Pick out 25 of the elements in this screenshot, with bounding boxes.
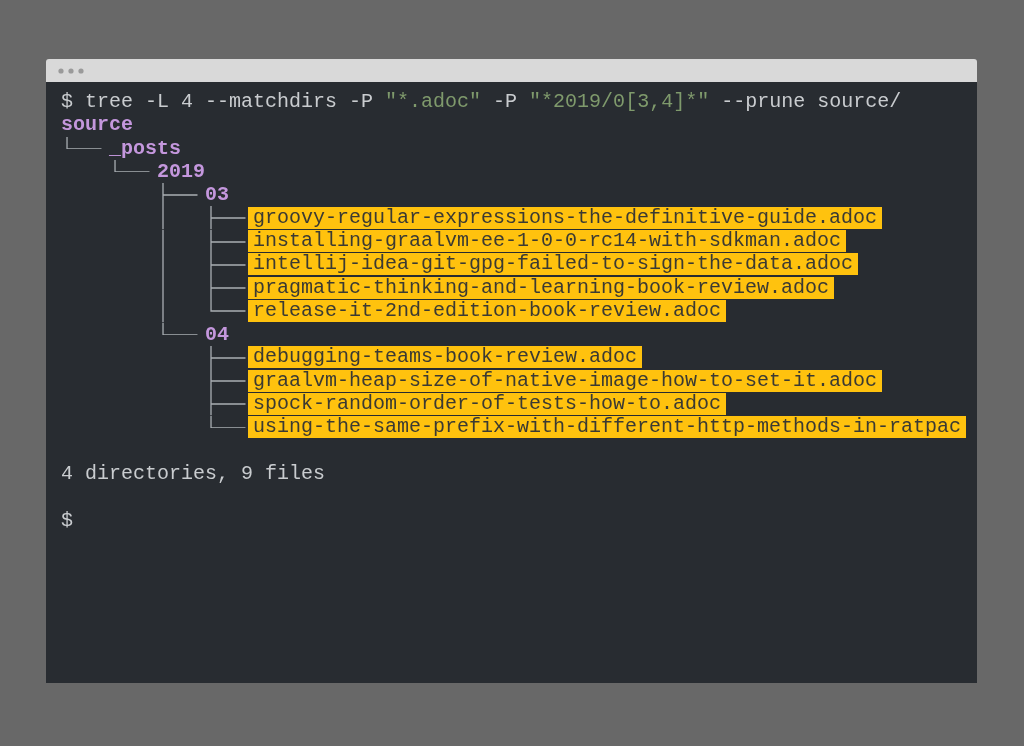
file-name: pragmatic-thinking-and-learning-book-review.adoc xyxy=(248,276,835,299)
tree-connector xyxy=(209,229,246,253)
directory-name: _posts xyxy=(109,136,181,160)
prompt: $ xyxy=(61,508,73,532)
tree-connector xyxy=(209,206,246,230)
tree-connector xyxy=(65,136,102,150)
tree-connector xyxy=(113,159,150,173)
file-name: intellij-idea-git-gpg-failed-to-sign-the-data.adoc xyxy=(248,253,859,276)
tree-connector xyxy=(209,252,246,276)
directory-name: 04 xyxy=(205,322,229,346)
directory-name: 03 xyxy=(205,183,229,207)
file-name: debugging-teams-book-review.adoc xyxy=(248,346,643,369)
directory-name: source xyxy=(61,113,133,137)
window-dots-icon xyxy=(58,67,84,74)
file-name: graalvm-heap-size-of-native-image-how-to-set-it.adoc xyxy=(248,369,883,392)
tree-connector xyxy=(209,345,246,369)
command-line: $ tree -L 4 --matchdirs -P "*.adoc" -P "*2019/0[3,4]*" --prune source/ xyxy=(61,90,902,114)
summary-text: 4 directories, 9 files xyxy=(61,462,326,486)
directory-name: 2019 xyxy=(157,159,205,183)
tree-connector xyxy=(209,369,246,393)
file-name: groovy-regular-expressions-the-definitive-guide.adoc xyxy=(248,206,883,229)
file-name: release-it-2nd-edition-book-review.adoc xyxy=(248,299,727,322)
file-name: spock-random-order-of-tests-how-to.adoc xyxy=(248,392,727,415)
file-name: using-the-same-prefix-with-different-http-methods-in-ratpac xyxy=(248,416,967,439)
file-name: installing-graalvm-ee-1-0-0-rc14-with-sdkman.adoc xyxy=(248,230,847,253)
